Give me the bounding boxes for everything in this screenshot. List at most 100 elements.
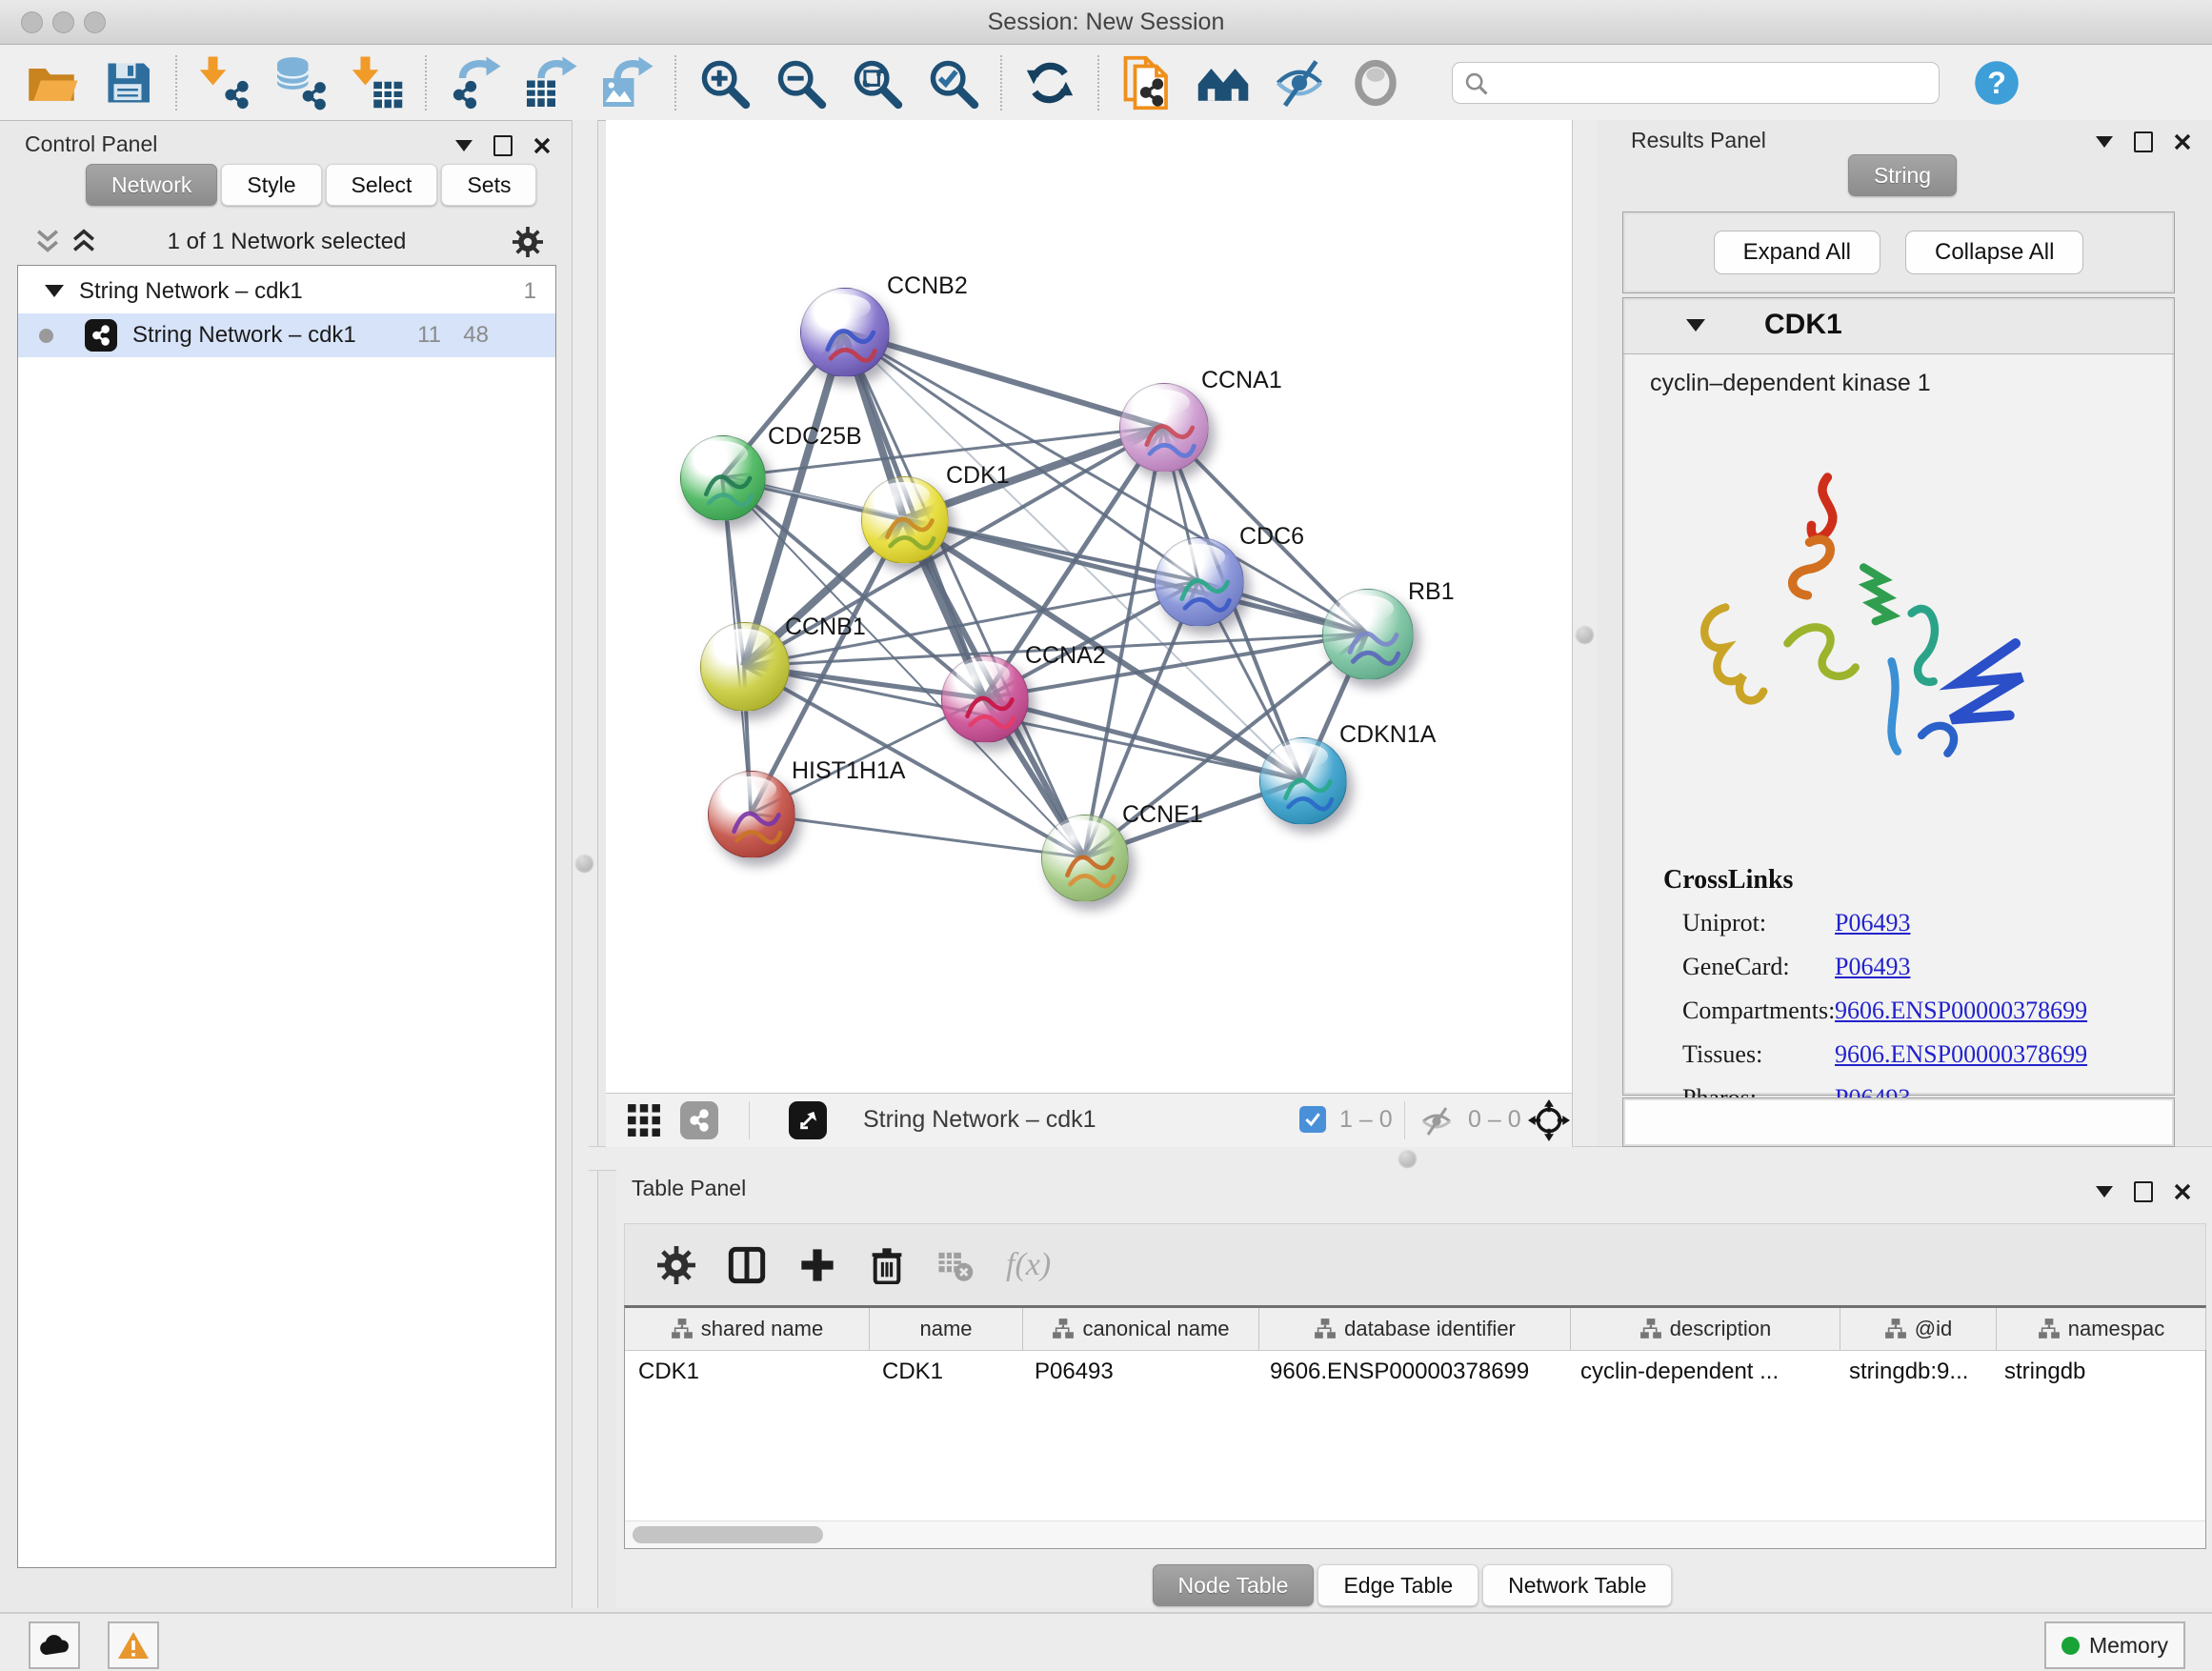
column-attribute-icon xyxy=(1314,1318,1337,1340)
tab-style[interactable]: Style xyxy=(221,164,321,206)
column-header-database-identifier[interactable]: database identifier xyxy=(1259,1308,1571,1350)
column-header-@id[interactable]: @id xyxy=(1840,1308,1997,1350)
control-panel-title: Control Panel xyxy=(25,131,157,157)
import-network-database-button[interactable] xyxy=(269,52,333,113)
crosslink-link[interactable]: 9606.ENSP00000378699 xyxy=(1835,997,2087,1025)
string-document-button[interactable] xyxy=(1115,52,1179,113)
float-panel-icon[interactable] xyxy=(2134,131,2153,152)
create-column-button[interactable] xyxy=(798,1246,836,1284)
network-node-CDKN1A[interactable] xyxy=(1259,737,1347,825)
panel-menu-icon[interactable] xyxy=(455,140,473,151)
network-node-CDK1[interactable] xyxy=(861,476,949,564)
network-node-CDC6[interactable] xyxy=(1155,537,1244,627)
table-cell: P06493 xyxy=(1021,1351,1257,1393)
zoom-out-icon xyxy=(773,55,828,111)
zoom-out-button[interactable] xyxy=(768,52,833,113)
crosslink-row: Tissues:9606.ENSP00000378699 xyxy=(1682,1040,2140,1078)
scrollbar-thumb[interactable] xyxy=(633,1526,823,1543)
tab-edge-table[interactable]: Edge Table xyxy=(1317,1564,1478,1606)
export-network-button[interactable] xyxy=(442,52,507,113)
network-edge[interactable] xyxy=(751,814,1084,857)
network-node-CCNB1[interactable] xyxy=(700,622,790,712)
network-collection-row[interactable]: String Network – cdk1 1 xyxy=(18,270,555,313)
gray-orb-icon xyxy=(1348,55,1403,111)
expand-all-button[interactable]: Expand All xyxy=(1714,231,1880,274)
network-row[interactable]: String Network – cdk1 11 48 xyxy=(18,313,555,357)
left-splitter[interactable] xyxy=(572,120,598,1608)
export-table-button[interactable] xyxy=(518,52,583,113)
column-header-namespac[interactable]: namespac xyxy=(1997,1308,2206,1350)
crosslink-link[interactable]: P06493 xyxy=(1835,953,1910,981)
clear-table-button[interactable] xyxy=(937,1247,974,1283)
collection-expand-icon[interactable] xyxy=(45,285,64,297)
network-node-CCNB2[interactable] xyxy=(800,288,890,377)
help-button[interactable]: ? xyxy=(1964,52,2029,113)
delete-column-button[interactable] xyxy=(869,1246,905,1284)
close-panel-icon[interactable] xyxy=(2174,1183,2191,1200)
tab-network-table[interactable]: Network Table xyxy=(1482,1564,1672,1606)
bottom-splitter[interactable] xyxy=(589,1146,2212,1171)
node-table: shared namenamecanonical name database id… xyxy=(624,1305,2206,1549)
close-panel-icon[interactable] xyxy=(2174,133,2191,151)
network-view-share-button[interactable] xyxy=(680,1101,718,1139)
column-header-label: database identifier xyxy=(1344,1317,1516,1341)
column-header-description[interactable]: description xyxy=(1571,1308,1840,1350)
cloud-status-button[interactable] xyxy=(29,1621,80,1669)
network-node-CCNA2[interactable] xyxy=(941,655,1029,743)
tab-string[interactable]: String xyxy=(1848,154,1957,196)
network-node-RB1[interactable] xyxy=(1322,589,1414,680)
import-network-file-button[interactable] xyxy=(192,52,257,113)
entry-collapse-icon[interactable] xyxy=(1686,319,1705,332)
home-button[interactable] xyxy=(1191,52,1256,113)
memory-button[interactable]: Memory xyxy=(2044,1621,2185,1669)
gear-icon[interactable] xyxy=(513,227,543,257)
column-header-shared-name[interactable]: shared name xyxy=(625,1308,870,1350)
export-image-button[interactable] xyxy=(594,52,659,113)
column-header-canonical-name[interactable]: canonical name xyxy=(1023,1308,1259,1350)
import-table-button[interactable] xyxy=(345,52,410,113)
right-splitter[interactable] xyxy=(1572,120,1599,1146)
table-panel: Table Panel xyxy=(616,1170,2212,1608)
collapse-all-button[interactable]: Collapse All xyxy=(1905,231,2083,274)
tab-sets[interactable]: Sets xyxy=(441,164,536,206)
table-options-button[interactable] xyxy=(657,1246,695,1284)
column-header-name[interactable]: name xyxy=(870,1308,1023,1350)
close-panel-icon[interactable] xyxy=(533,137,551,154)
check-icon xyxy=(1303,1110,1322,1129)
search-input[interactable] xyxy=(1452,62,1940,104)
show-columns-button[interactable] xyxy=(728,1246,766,1284)
zoom-selected-button[interactable] xyxy=(920,52,985,113)
panel-menu-icon[interactable] xyxy=(2096,136,2113,148)
warnings-button[interactable] xyxy=(108,1621,159,1669)
detach-view-button[interactable] xyxy=(789,1101,827,1139)
save-session-button[interactable] xyxy=(95,52,160,113)
result-entry-header[interactable]: CDK1 xyxy=(1623,298,2174,354)
table-panel-title: Table Panel xyxy=(632,1176,746,1201)
panel-menu-icon[interactable] xyxy=(2096,1186,2113,1198)
function-builder-button[interactable]: f(x) xyxy=(1006,1247,1051,1283)
table-horizontal-scrollbar[interactable] xyxy=(625,1520,2205,1548)
float-panel-icon[interactable] xyxy=(493,135,513,156)
birdseye-button[interactable] xyxy=(1528,1099,1570,1146)
network-canvas[interactable]: CCNB2CCNA1CDC25BCDK1CDC6RB1CCNB1CCNA2CDK… xyxy=(606,120,1572,1093)
selected-checkbox[interactable] xyxy=(1299,1106,1326,1133)
network-node-CCNE1[interactable] xyxy=(1041,815,1129,902)
network-node-CCNA1[interactable] xyxy=(1119,383,1209,473)
network-node-HIST1H1A[interactable] xyxy=(708,771,795,858)
crosslink-link[interactable]: P06493 xyxy=(1835,909,1910,937)
open-session-button[interactable] xyxy=(19,52,84,113)
crosslink-link[interactable]: 9606.ENSP00000378699 xyxy=(1835,1040,2087,1069)
tab-network[interactable]: Network xyxy=(86,164,217,206)
grid-view-button[interactable] xyxy=(627,1103,661,1142)
apply-layout-button[interactable] xyxy=(1017,52,1082,113)
show-all-button[interactable] xyxy=(1343,52,1408,113)
zoom-in-button[interactable] xyxy=(692,52,756,113)
tab-select[interactable]: Select xyxy=(326,164,438,206)
tab-node-table[interactable]: Node Table xyxy=(1153,1564,1315,1606)
external-link-icon xyxy=(796,1109,819,1132)
table-row[interactable]: CDK1CDK1P064939606.ENSP00000378699cyclin… xyxy=(625,1351,2205,1393)
hide-selected-button[interactable] xyxy=(1267,52,1332,113)
zoom-fit-button[interactable] xyxy=(844,52,909,113)
float-panel-icon[interactable] xyxy=(2134,1181,2153,1202)
network-node-CDC25B[interactable] xyxy=(680,435,766,521)
